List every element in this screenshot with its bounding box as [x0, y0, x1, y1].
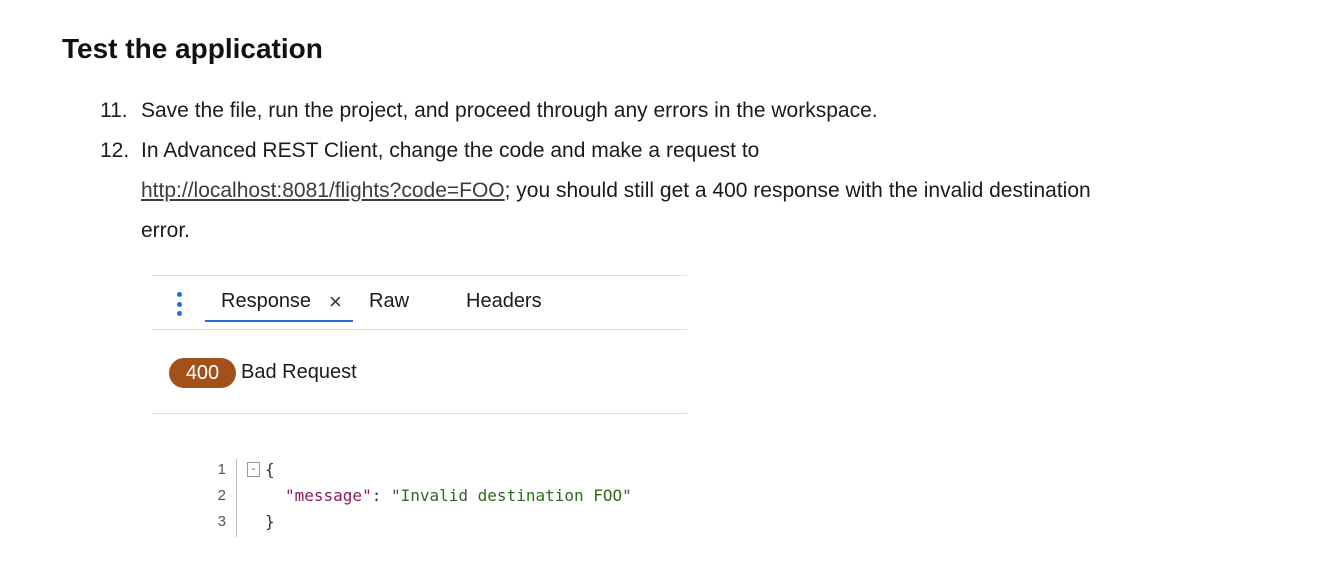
code-line: }	[265, 512, 275, 531]
line-number: 3	[217, 513, 226, 530]
step-text: In Advanced REST Client, change the code…	[141, 139, 760, 162]
json-key: "message"	[285, 486, 372, 505]
status-badge: 400	[169, 358, 236, 388]
response-panel-screenshot: Response × Raw Headers 400 Bad Request 1…	[152, 275, 687, 565]
json-colon: :	[371, 486, 391, 505]
divider	[152, 413, 687, 414]
collapse-icon[interactable]: -	[247, 462, 260, 477]
request-url-link[interactable]: http://localhost:8081/flights?code=FOO	[141, 179, 505, 202]
list-item: 12. In Advanced REST Client, change the …	[100, 131, 1300, 251]
page: Test the application 11. Save the file, …	[0, 0, 1317, 578]
divider	[152, 329, 687, 330]
step-number: 11.	[100, 99, 128, 122]
tab-headers[interactable]: Headers	[466, 290, 542, 313]
tab-response[interactable]: Response	[221, 290, 311, 313]
tab-raw[interactable]: Raw	[369, 290, 409, 313]
line-number: 2	[217, 487, 226, 504]
status-text: Bad Request	[241, 361, 357, 383]
section-heading: Test the application	[62, 33, 323, 64]
step-text-end: error.	[141, 219, 191, 242]
gutter-divider	[236, 459, 237, 537]
close-icon[interactable]: ×	[329, 289, 342, 315]
divider	[152, 275, 687, 276]
active-tab-indicator	[205, 320, 353, 322]
line-numbers: 1 2 3	[192, 457, 226, 535]
code-line: "message": "Invalid destination FOO"	[285, 483, 632, 509]
step-number: 12.	[100, 139, 130, 162]
step-text: Save the file, run the project, and proc…	[141, 99, 878, 122]
step-text-continued: ; you should still get a 400 response wi…	[504, 179, 1091, 202]
json-value: "Invalid destination FOO"	[390, 486, 632, 505]
steps-list: 11. Save the file, run the project, and …	[100, 91, 1300, 251]
step-body: In Advanced REST Client, change the code…	[141, 131, 1300, 251]
more-vert-icon[interactable]	[176, 292, 182, 316]
list-item: 11. Save the file, run the project, and …	[100, 91, 1300, 131]
line-number: 1	[217, 461, 226, 478]
code-line: {	[265, 460, 275, 479]
